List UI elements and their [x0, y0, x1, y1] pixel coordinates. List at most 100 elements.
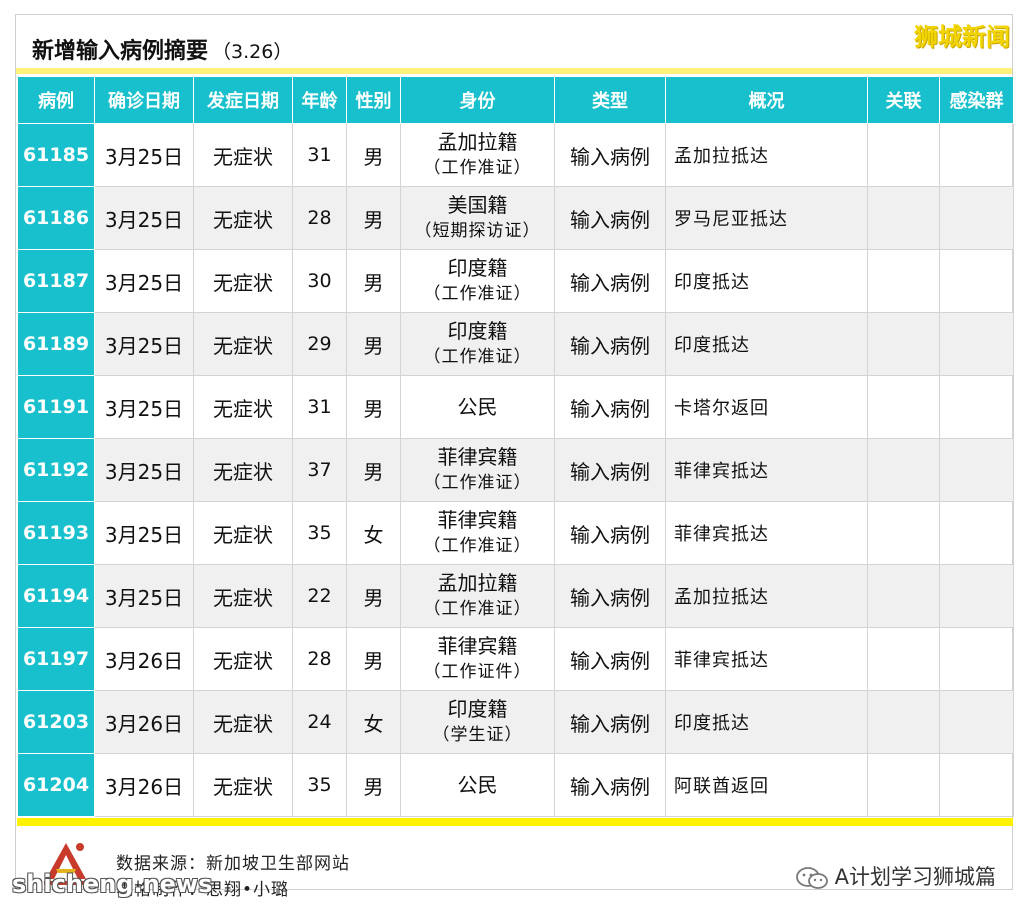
- case-cluster: [939, 312, 1014, 376]
- case-summary: 卡塔尔返回: [665, 375, 868, 439]
- page-title: 新增输入病例摘要 （3.26）: [32, 33, 292, 65]
- onset-date: 无症状: [193, 249, 293, 313]
- identity: 美国籍 （短期探访证）: [400, 186, 555, 250]
- identity-pass-type: （工作准证）: [423, 536, 532, 556]
- case-type: 输入病例: [554, 375, 666, 439]
- column-header: 类型: [554, 76, 666, 124]
- sex: 男: [346, 375, 401, 439]
- case-summary: 菲律宾抵达: [665, 438, 868, 502]
- identity-nationality: 孟加拉籍: [437, 130, 518, 154]
- case-id: 61185: [17, 123, 95, 187]
- case-cluster: [939, 438, 1014, 502]
- case-link: [867, 690, 940, 754]
- case-id: 61186: [17, 186, 95, 250]
- identity-nationality: 印度籍: [447, 256, 508, 280]
- sex: 女: [346, 690, 401, 754]
- case-summary: 罗马尼亚抵达: [665, 186, 868, 250]
- case-type: 输入病例: [554, 753, 666, 817]
- table-row: 61185 3月25日 无症状 31 男 孟加拉籍 （工作准证） 输入病例 孟加拉抵达: [17, 123, 1014, 187]
- sex: 男: [346, 123, 401, 187]
- case-type: 输入病例: [554, 249, 666, 313]
- case-link: [867, 438, 940, 502]
- age: 28: [292, 186, 347, 250]
- confirm-date: 3月25日: [94, 123, 194, 187]
- case-id: 61191: [17, 375, 95, 439]
- onset-date: 无症状: [193, 123, 293, 187]
- case-cluster: [939, 123, 1014, 187]
- confirm-date: 3月25日: [94, 186, 194, 250]
- confirm-date: 3月26日: [94, 690, 194, 754]
- age: 24: [292, 690, 347, 754]
- table-row: 61193 3月25日 无症状 35 女 菲律宾籍 （工作准证） 输入病例 菲律宾抵达: [17, 501, 1014, 565]
- identity-pass-type: （工作准证）: [423, 473, 532, 493]
- onset-date: 无症状: [193, 501, 293, 565]
- case-id: 61204: [17, 753, 95, 817]
- case-cluster: [939, 501, 1014, 565]
- identity-nationality: 孟加拉籍: [437, 571, 518, 595]
- confirm-date: 3月26日: [94, 753, 194, 817]
- watermark: shicheng.news: [12, 870, 213, 898]
- identity-pass-type: （工作准证）: [423, 599, 532, 619]
- identity: 菲律宾籍 （工作证件）: [400, 627, 555, 691]
- summary-card: 新增输入病例摘要 （3.26） 狮城新闻 病例 确诊日期 发症日期 年龄 性别 身份 类型 概况…: [15, 14, 1014, 900]
- column-header: 关联: [867, 76, 940, 124]
- case-link: [867, 123, 940, 187]
- column-header: 病例: [17, 76, 95, 124]
- case-link: [867, 312, 940, 376]
- onset-date: 无症状: [193, 627, 293, 691]
- table-row: 61203 3月26日 无症状 24 女 印度籍 （学生证） 输入病例 印度抵达: [17, 690, 1014, 754]
- identity-nationality: 印度籍: [447, 319, 508, 343]
- confirm-date: 3月25日: [94, 564, 194, 628]
- case-summary: 菲律宾抵达: [665, 501, 868, 565]
- case-id: 61189: [17, 312, 95, 376]
- table-row: 61186 3月25日 无症状 28 男 美国籍 （短期探访证） 输入病例 罗马尼亚抵达: [17, 186, 1014, 250]
- identity: 菲律宾籍 （工作准证）: [400, 501, 555, 565]
- case-id: 61194: [17, 564, 95, 628]
- column-header: 概况: [665, 76, 868, 124]
- identity-pass-type: （工作准证）: [423, 347, 532, 367]
- column-header: 确诊日期: [94, 76, 194, 124]
- confirm-date: 3月25日: [94, 249, 194, 313]
- column-header: 感染群: [939, 76, 1014, 124]
- case-summary: 孟加拉抵达: [665, 564, 868, 628]
- identity: 孟加拉籍 （工作准证）: [400, 564, 555, 628]
- case-cluster: [939, 375, 1014, 439]
- confirm-date: 3月25日: [94, 501, 194, 565]
- table-header-row: 病例 确诊日期 发症日期 年龄 性别 身份 类型 概况 关联 感染群: [17, 76, 1014, 124]
- confirm-date: 3月25日: [94, 375, 194, 439]
- column-header: 身份: [400, 76, 555, 124]
- confirm-date: 3月25日: [94, 312, 194, 376]
- identity: 公民: [400, 375, 555, 439]
- sex: 女: [346, 501, 401, 565]
- case-id: 61192: [17, 438, 95, 502]
- table-row: 61189 3月25日 无症状 29 男 印度籍 （工作准证） 输入病例 印度抵达: [17, 312, 1014, 376]
- case-type: 输入病例: [554, 690, 666, 754]
- wechat-icon: [795, 867, 828, 889]
- case-link: [867, 186, 940, 250]
- age: 29: [292, 312, 347, 376]
- table-body: 61185 3月25日 无症状 31 男孟加拉籍 （工作准证） 输入病例 孟加拉抵达 61186…: [17, 123, 1014, 817]
- sex: 男: [346, 186, 401, 250]
- case-link: [867, 627, 940, 691]
- onset-date: 无症状: [193, 564, 293, 628]
- case-link: [867, 564, 940, 628]
- bottom-divider: [17, 818, 1013, 826]
- identity-nationality: 菲律宾籍: [437, 445, 518, 469]
- wechat-account: A计划学习狮城篇: [795, 861, 996, 891]
- onset-date: 无症状: [193, 438, 293, 502]
- table-row: 61197 3月26日 无症状 28 男 菲律宾籍 （工作证件） 输入病例 菲律宾抵达: [17, 627, 1014, 691]
- identity-nationality: 公民: [457, 773, 498, 797]
- table-row: 61204 3月26日 无症状 35 男 公民 输入病例 阿联酋返回: [17, 753, 1014, 817]
- case-summary: 印度抵达: [665, 312, 868, 376]
- case-type: 输入病例: [554, 123, 666, 187]
- identity: 印度籍 （工作准证）: [400, 249, 555, 313]
- column-header: 年龄: [292, 76, 347, 124]
- wechat-name: A计划学习狮城篇: [834, 865, 996, 889]
- title-bar: 新增输入病例摘要 （3.26） 狮城新闻: [16, 15, 1012, 77]
- brand-logo-text: 狮城新闻: [914, 23, 1010, 51]
- case-type: 输入病例: [554, 501, 666, 565]
- age: 22: [292, 564, 347, 628]
- case-cluster: [939, 186, 1014, 250]
- age: 31: [292, 123, 347, 187]
- sex: 男: [346, 753, 401, 817]
